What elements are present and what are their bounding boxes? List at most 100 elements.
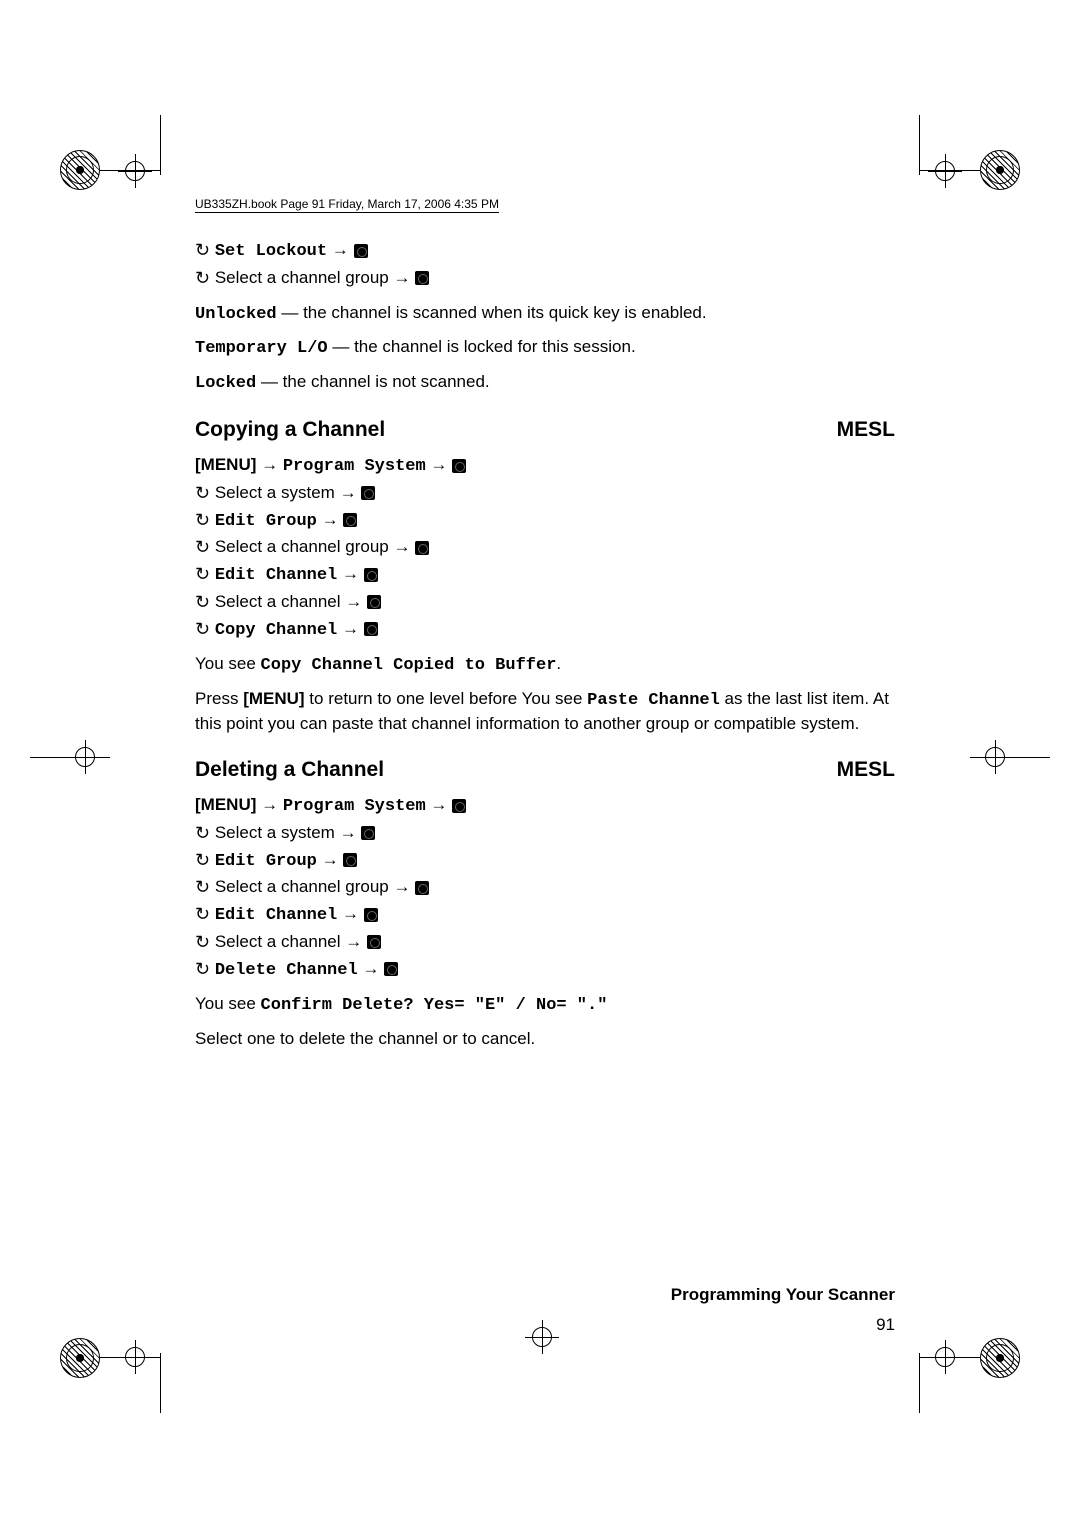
crop-line [919, 1353, 920, 1413]
arrow-icon: → [342, 564, 359, 583]
step-line: ↻ Select a channel → [195, 589, 895, 616]
select-disc-icon [415, 541, 429, 555]
step-line: ↻ Select a channel → [195, 929, 895, 956]
code: Confirm Delete? Yes= "E" / No= "." [261, 996, 608, 1015]
rotate-icon: ↻ [195, 237, 210, 264]
select-disc-icon [364, 568, 378, 582]
step-code: Set Lockout [215, 242, 327, 261]
step-line: ↻ Select a channel group → [195, 534, 895, 561]
arrow-icon: → [322, 510, 339, 529]
running-header: UB335ZH.book Page 91 Friday, March 17, 2… [195, 197, 499, 213]
reg-mark-tr [980, 150, 1020, 190]
desc: — the channel is scanned when its quick … [277, 303, 707, 322]
term: Temporary L/O [195, 339, 328, 358]
definition: Unlocked — the channel is scanned when i… [195, 302, 895, 327]
step-line: ↻ Select a system → [195, 480, 895, 507]
step-code: Edit Group [215, 852, 317, 871]
step-text: Select a system [215, 823, 335, 842]
text: . [556, 654, 561, 673]
crop-line [160, 115, 161, 175]
select-disc-icon [364, 622, 378, 636]
step-line: ↻ Edit Group → [195, 847, 895, 875]
arrow-icon: → [340, 823, 357, 842]
reg-mark-br [980, 1338, 1020, 1378]
result-line: You see Confirm Delete? Yes= "E" / No= "… [195, 993, 895, 1018]
rotate-icon: ↻ [195, 929, 210, 956]
term: Unlocked [195, 305, 277, 324]
arrow-icon: → [362, 959, 379, 978]
crop-line [30, 757, 110, 758]
arrow-icon: → [430, 795, 447, 814]
crop-line [920, 170, 980, 171]
arrow-icon: → [261, 455, 278, 474]
menu-code: Program System [283, 457, 426, 476]
menu-label: [MENU] [195, 795, 256, 814]
step-text: Select a channel group [215, 268, 389, 287]
select-disc-icon [361, 486, 375, 500]
arrow-icon: → [345, 932, 362, 951]
text: Press [195, 689, 243, 708]
desc: — the channel is not scanned. [256, 372, 489, 391]
rotate-icon: ↻ [195, 561, 210, 588]
step-code: Delete Channel [215, 961, 358, 980]
definition: Locked — the channel is not scanned. [195, 371, 895, 396]
crop-line [160, 1353, 161, 1413]
step-line: ↻ Edit Group → [195, 507, 895, 535]
arrow-icon: → [342, 619, 359, 638]
select-disc-icon [384, 962, 398, 976]
select-disc-icon [415, 881, 429, 895]
section-tag: MESL [837, 758, 895, 782]
select-disc-icon [364, 908, 378, 922]
page-number: 91 [876, 1315, 895, 1335]
arrow-icon: → [332, 240, 349, 259]
rotate-icon: ↻ [195, 956, 210, 983]
bold: [MENU] [243, 689, 304, 708]
step-text: Select a system [215, 483, 335, 502]
arrow-icon: → [393, 537, 410, 556]
rotate-icon: ↻ [195, 480, 210, 507]
step-line: ↻ Select a channel group → [195, 874, 895, 901]
step-text: Select a channel [215, 932, 341, 951]
page-footer: Programming Your Scanner 91 [195, 1275, 895, 1345]
select-disc-icon [343, 853, 357, 867]
text: You see [195, 654, 261, 673]
paragraph: Select one to delete the channel or to c… [195, 1028, 895, 1051]
section-heading: Copying a Channel MESL [195, 418, 895, 442]
menu-line: [MENU] → Program System → [195, 792, 895, 820]
step-code: Edit Channel [215, 566, 337, 585]
select-disc-icon [361, 826, 375, 840]
arrow-icon: → [261, 795, 278, 814]
step-code: Edit Channel [215, 906, 337, 925]
section-heading: Deleting a Channel MESL [195, 758, 895, 782]
select-disc-icon [452, 459, 466, 473]
select-disc-icon [343, 513, 357, 527]
footer-title: Programming Your Scanner [671, 1285, 895, 1305]
desc: — the channel is locked for this session… [328, 337, 636, 356]
select-disc-icon [367, 935, 381, 949]
step-code: Copy Channel [215, 621, 337, 640]
result-line: You see Copy Channel Copied to Buffer. [195, 653, 895, 678]
arrow-icon: → [345, 592, 362, 611]
text: You see [195, 994, 261, 1013]
step-line: ↻ Edit Channel → [195, 901, 895, 929]
arrow-icon: → [322, 850, 339, 869]
crop-line [100, 170, 160, 171]
reg-mark-tl [60, 150, 100, 190]
cross-mark-tl [118, 154, 152, 188]
rotate-icon: ↻ [195, 616, 210, 643]
rotate-icon: ↻ [195, 265, 210, 292]
arrow-icon: → [393, 877, 410, 896]
step-text: Select a channel [215, 592, 341, 611]
menu-code: Program System [283, 797, 426, 816]
rotate-icon: ↻ [195, 507, 210, 534]
cross-mark-tr [928, 154, 962, 188]
step-code: Edit Group [215, 512, 317, 531]
code: Copy Channel Copied to Buffer [261, 656, 557, 675]
step-text: Select a channel group [215, 537, 389, 556]
page-content: UB335ZH.book Page 91 Friday, March 17, 2… [195, 195, 895, 1061]
arrow-icon: → [342, 904, 359, 923]
step-line: ↻ Select a system → [195, 820, 895, 847]
crop-line [919, 115, 920, 175]
section-title: Deleting a Channel [195, 758, 384, 782]
step-line: ↻ Delete Channel → [195, 956, 895, 984]
